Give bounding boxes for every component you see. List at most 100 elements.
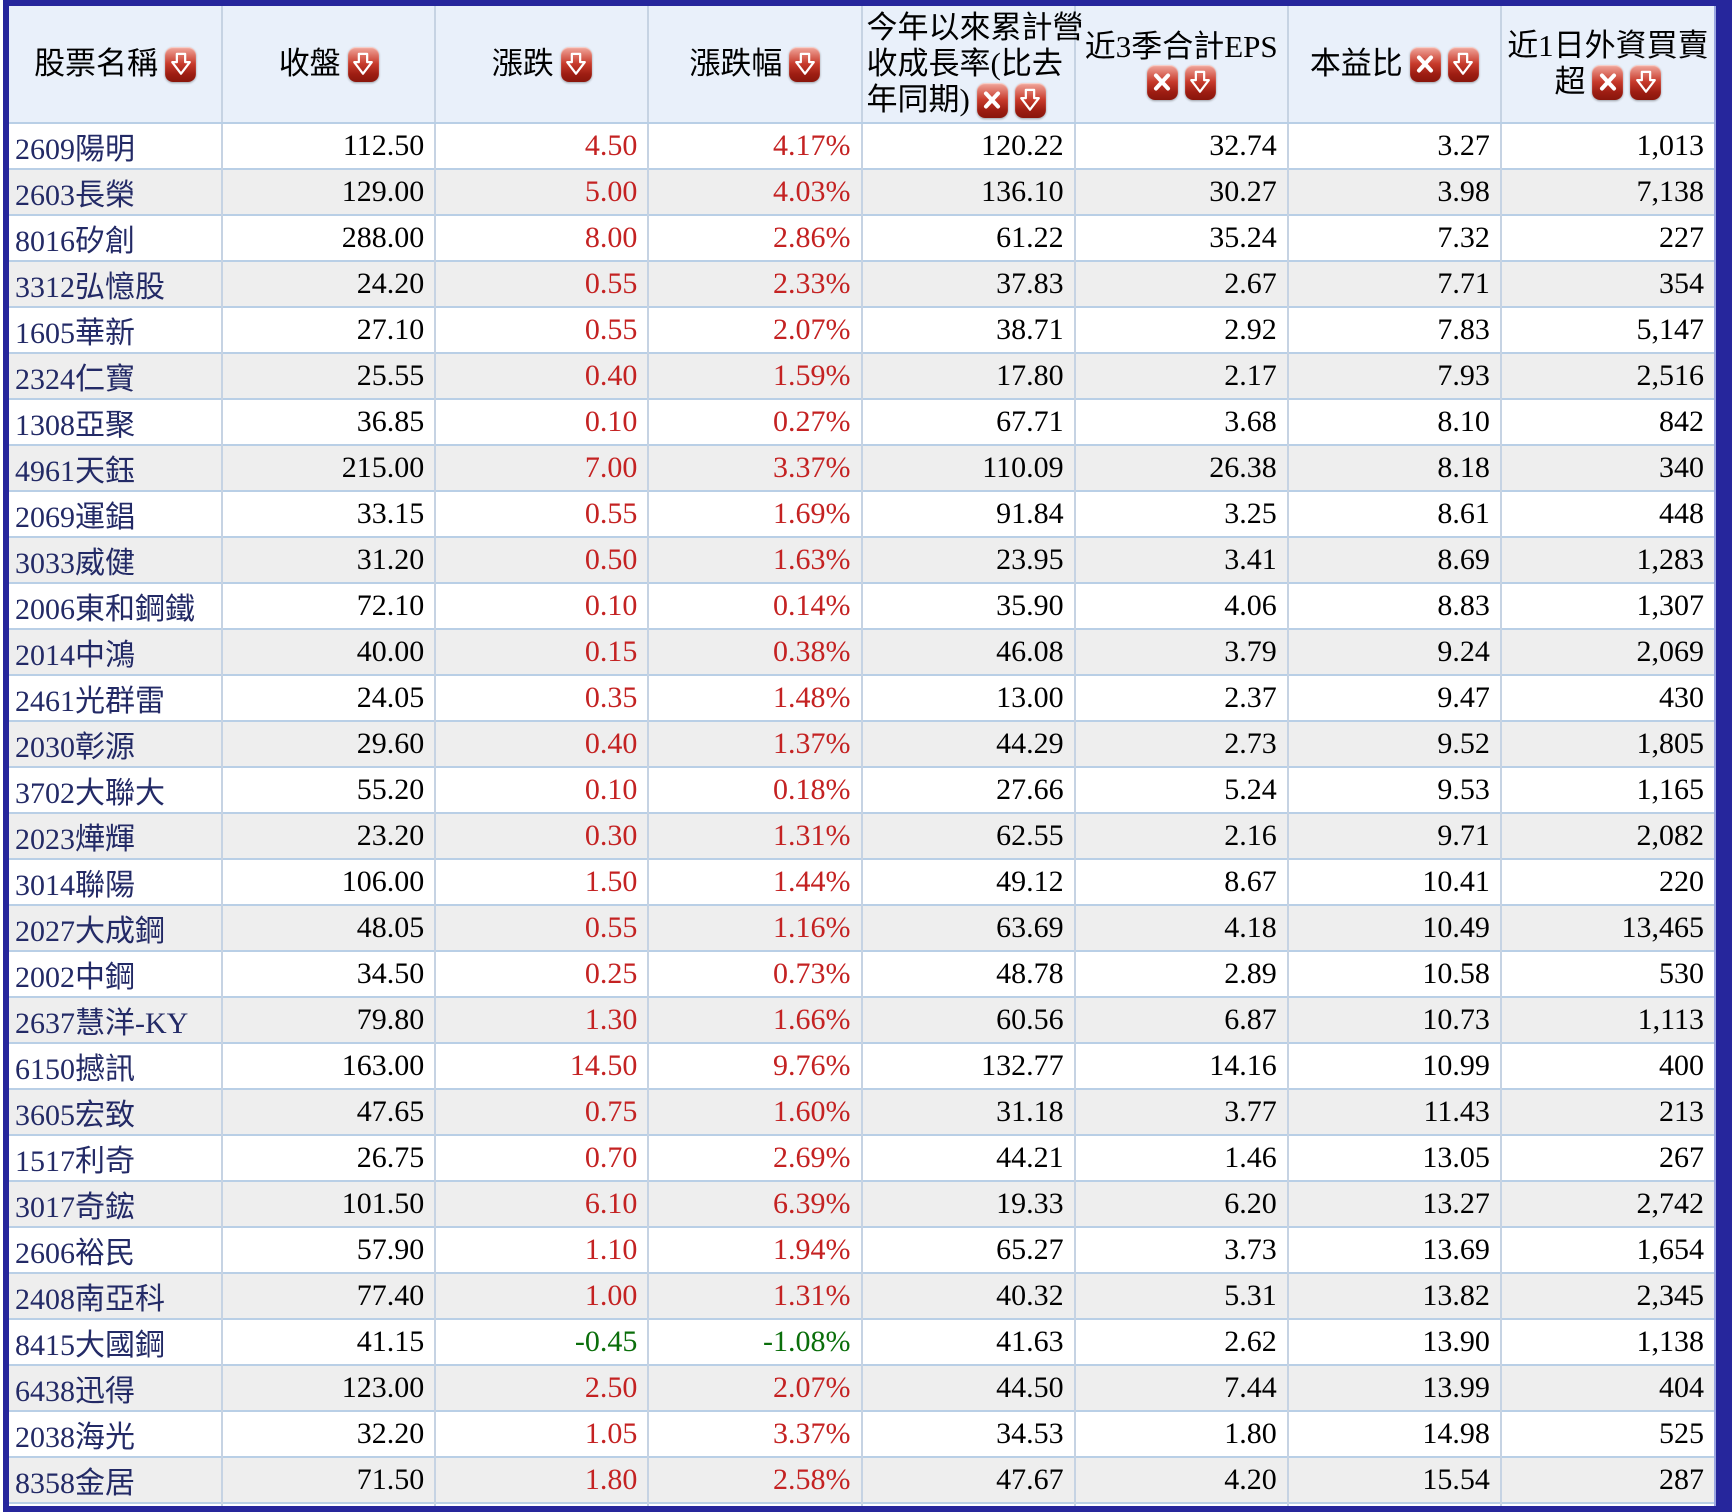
sort-descending-icon[interactable] (347, 46, 379, 82)
remove-column-icon[interactable] (1409, 46, 1441, 82)
stock-row: 4961天鈺 215.00 7.00 3.37% 110.09 26.38 8.18 340 (9, 445, 1714, 491)
foreign-net-cell: 354 (1499, 261, 1714, 307)
close-cell: 41.15 (221, 1319, 436, 1365)
change-cell: 0.25 (434, 951, 649, 997)
eps-3q-cell: 1.46 (1073, 1135, 1288, 1181)
foreign-net-cell: 1,013 (1499, 123, 1714, 169)
change-pct-cell: 7.00% (647, 1503, 862, 1506)
ytd-revenue-growth-cell: 44.21 (860, 1135, 1075, 1181)
pe-cell: 14.98 (1286, 1411, 1501, 1457)
stock-screener-table: 股票名稱 收盤 漲跌 漲跌幅 今年以來累計營 收成長率(比去 年同期) 近3季合計EPS 本益比… (9, 6, 1714, 1506)
pe-cell: 10.41 (1286, 859, 1501, 905)
change-cell: 0.55 (434, 491, 649, 537)
close-cell: 71.50 (221, 1457, 436, 1503)
sort-descending-icon[interactable] (165, 46, 197, 82)
close-cell: 48.05 (221, 905, 436, 951)
change-cell: 1.30 (434, 997, 649, 1043)
stock-row: 6150撼訊 163.00 14.50 9.76% 132.77 14.16 10.99 40… (9, 1043, 1714, 1089)
name-cell: 3702大聯大 (15, 777, 165, 810)
pe-cell: 11.43 (1286, 1089, 1501, 1135)
sort-descending-icon[interactable] (1184, 64, 1216, 100)
close-cell: 34.50 (221, 951, 436, 997)
ytd-revenue-growth-cell: 48.78 (860, 951, 1075, 997)
pe-cell: 13.90 (1286, 1319, 1501, 1365)
ytd-revenue-growth-cell: 63.69 (860, 905, 1075, 951)
ytd-revenue-growth-cell: 41.63 (860, 1319, 1075, 1365)
ytd-revenue-growth-cell: 60.56 (860, 997, 1075, 1043)
foreign-net-cell: 2,516 (1499, 353, 1714, 399)
change-cell: 0.35 (434, 675, 649, 721)
eps-3q-cell: 8.67 (1073, 859, 1288, 905)
ytd-revenue-growth-cell: 44.29 (860, 721, 1075, 767)
sort-descending-icon[interactable] (1447, 46, 1479, 82)
foreign-net-cell: 266 (1499, 1503, 1714, 1506)
ytd-revenue-growth-cell: 65.27 (860, 1227, 1075, 1273)
change-pct-cell: 0.18% (647, 767, 862, 813)
change-pct-cell: 1.37% (647, 721, 862, 767)
pe-cell: 8.61 (1286, 491, 1501, 537)
sort-descending-icon[interactable] (560, 46, 592, 82)
stock-screener-panel: 股票名稱 收盤 漲跌 漲跌幅 今年以來累計營 收成長率(比去 年同期) 近3季合計EPS 本益比… (9, 6, 1716, 1506)
eps-3q-cell: 3.68 (1073, 399, 1288, 445)
foreign-net-cell: 13,465 (1499, 905, 1714, 951)
column-label: 今年以來累計營 (866, 10, 1084, 45)
close-cell: 33.15 (221, 491, 436, 537)
eps-3q-cell: 4.06 (1073, 583, 1288, 629)
close-cell: 215.00 (221, 445, 436, 491)
change-cell: 14.50 (434, 1043, 649, 1089)
change-pct-cell: 2.33% (647, 261, 862, 307)
eps-3q-cell: 2.67 (1073, 261, 1288, 307)
foreign-net-cell: 1,138 (1499, 1319, 1714, 1365)
stock-row: 1308亞聚 36.85 0.10 0.27% 67.71 3.68 8.10 842 (9, 399, 1714, 445)
table-header: 股票名稱 收盤 漲跌 漲跌幅 今年以來累計營 收成長率(比去 年同期) 近3季合計EPS 本益比… (9, 6, 1714, 124)
change-cell: 0.70 (434, 1135, 649, 1181)
foreign-net-cell: 287 (1499, 1457, 1714, 1503)
sort-descending-icon[interactable] (789, 46, 821, 82)
eps-3q-cell: 6.87 (1073, 997, 1288, 1043)
name-cell: 2014中鴻 (15, 639, 135, 672)
change-cell: 0.50 (434, 537, 649, 583)
foreign-net-cell: 2,082 (1499, 813, 1714, 859)
close-cell: 288.00 (221, 215, 436, 261)
ytd-revenue-growth-cell: 49.12 (860, 859, 1075, 905)
sort-descending-icon[interactable] (1630, 64, 1662, 100)
name-cell: 3455由田 (9, 1503, 222, 1506)
name-cell: 3312弘憶股 (15, 271, 165, 304)
close-cell: 101.50 (221, 1181, 436, 1227)
close-cell: 57.90 (221, 1227, 436, 1273)
remove-column-icon[interactable] (1592, 64, 1624, 100)
close-cell: 36.85 (221, 399, 436, 445)
table-body: 2609陽明 112.50 4.50 4.17% 120.22 32.74 3.27 1,01… (9, 123, 1714, 1506)
change-pct-cell: 2.07% (647, 1365, 862, 1411)
name-cell: 8358金居 (15, 1467, 135, 1500)
column-label: 近1日外資買賣 (1507, 28, 1709, 63)
change-pct-cell: 4.03% (647, 169, 862, 215)
pe-cell: 8.10 (1286, 399, 1501, 445)
eps-3q-cell: 2.62 (1073, 1319, 1288, 1365)
stock-row: 2027大成鋼 48.05 0.55 1.16% 63.69 4.18 10.49 13,46… (9, 905, 1714, 951)
eps-3q-cell: 3.79 (1073, 629, 1288, 675)
eps-3q-cell: 5.31 (1073, 1273, 1288, 1319)
change-pct-cell: 1.69% (647, 491, 862, 537)
change-pct-cell: 0.27% (647, 399, 862, 445)
foreign-net-cell: 213 (1499, 1089, 1714, 1135)
change-pct-cell: 1.16% (647, 905, 862, 951)
ytd-revenue-growth-cell: 35.90 (860, 583, 1075, 629)
close-cell: 129.00 (221, 169, 436, 215)
column-label: 漲跌 (491, 46, 554, 81)
column-label: 漲跌幅 (689, 46, 783, 81)
remove-column-icon[interactable] (976, 82, 1008, 118)
change-pct-cell: 4.17% (647, 123, 862, 169)
change-cell: 2.50 (434, 1365, 649, 1411)
eps-3q-cell: 4.20 (1073, 1457, 1288, 1503)
remove-column-icon[interactable] (1146, 64, 1178, 100)
column-label: 近3季合計EPS (1084, 28, 1278, 64)
column-label: 收盤 (278, 46, 341, 81)
pe-cell: 3.98 (1286, 169, 1501, 215)
name-cell: 2603長榮 (15, 179, 135, 212)
change-cell: 0.75 (434, 1089, 649, 1135)
column-header-change-pct: 漲跌幅 (647, 6, 862, 124)
eps-3q-cell: 35.24 (1073, 215, 1288, 261)
close-cell: 112.50 (221, 123, 436, 169)
sort-descending-icon[interactable] (1014, 82, 1046, 118)
